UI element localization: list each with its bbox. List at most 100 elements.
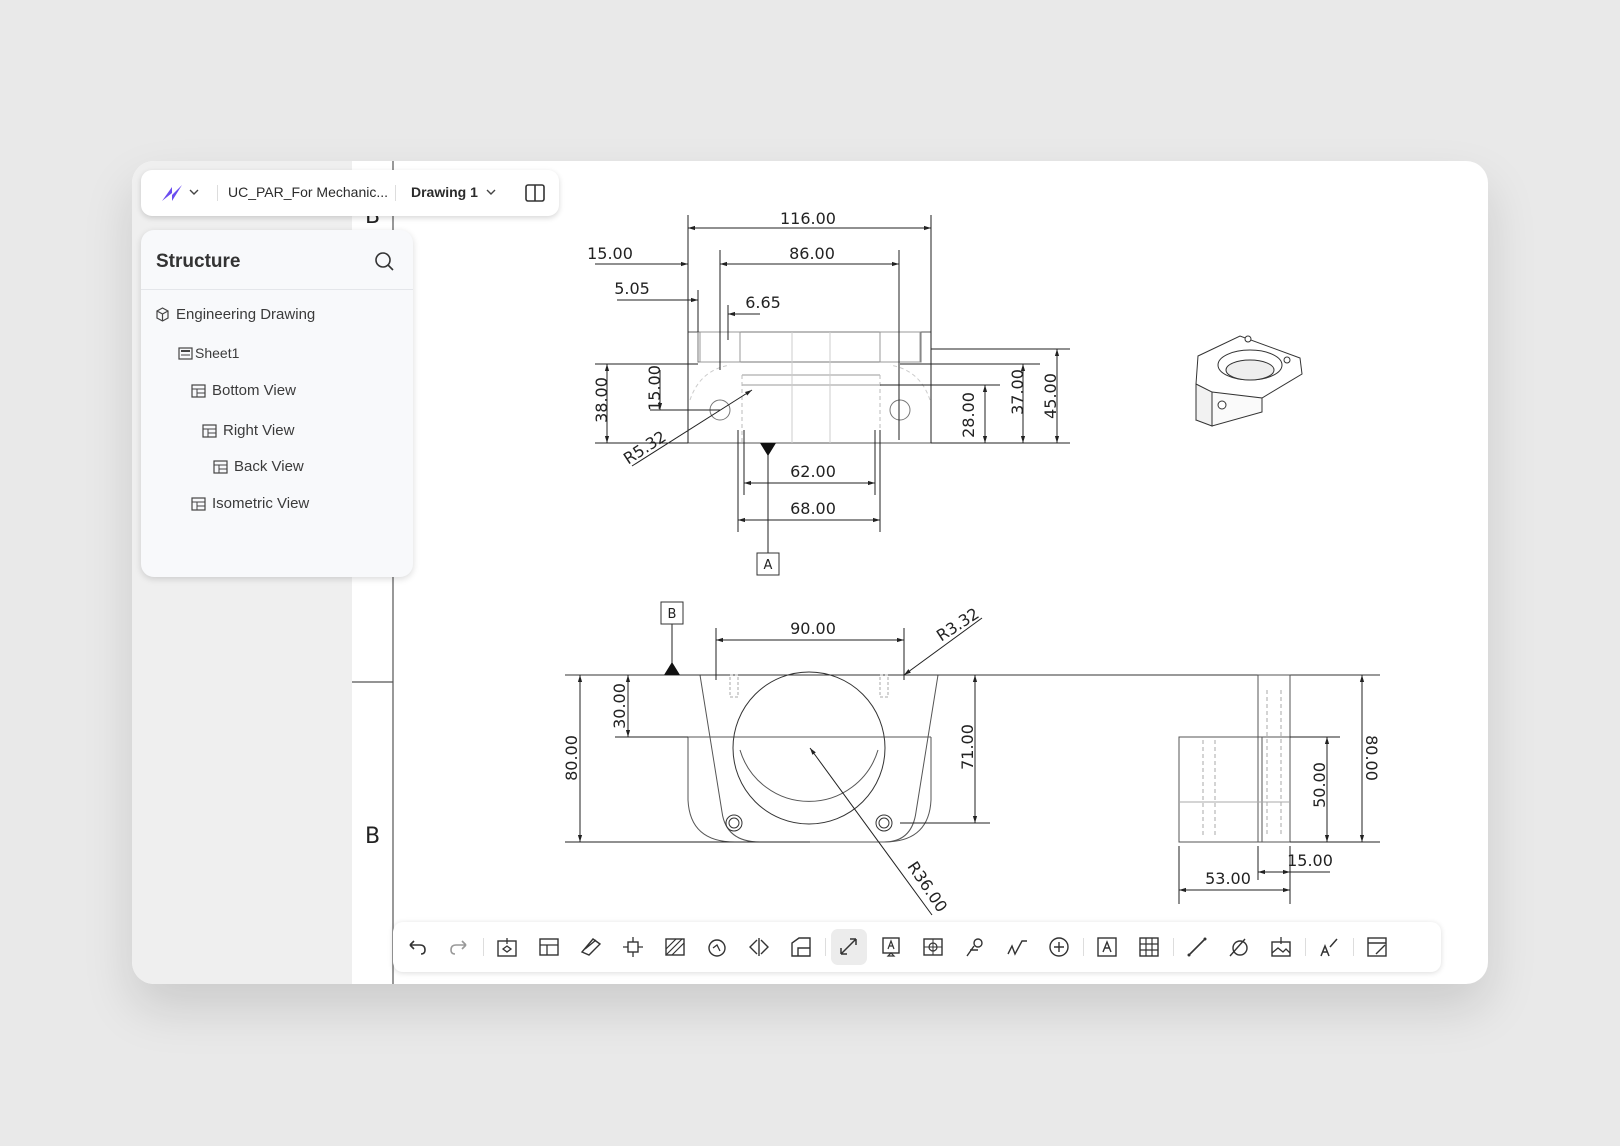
arc-icon <box>1229 938 1248 957</box>
dim-6-65: 6.65 <box>745 293 781 312</box>
datum-button[interactable] <box>1041 929 1077 965</box>
line-icon <box>1187 937 1207 957</box>
hatch-button[interactable] <box>657 929 693 965</box>
dim-15-left: 15.00 <box>645 365 664 411</box>
view-icon <box>191 496 206 511</box>
isometric-view[interactable] <box>1195 335 1303 427</box>
dim-r3-32: R3.32 <box>933 604 983 645</box>
top-view[interactable] <box>687 331 932 444</box>
divider <box>1353 938 1354 956</box>
tree-item-label: Sheet1 <box>195 345 240 361</box>
surface-finish-icon <box>1007 940 1027 956</box>
structure-title: Structure <box>156 251 241 272</box>
dim-86: 86.00 <box>789 244 835 263</box>
datum-b-triangle <box>664 662 680 675</box>
dim-15-top: 15.00 <box>587 244 633 263</box>
center-mark-icon <box>923 938 943 956</box>
dim-71: 71.00 <box>958 724 977 770</box>
note-icon <box>882 937 900 957</box>
weld-symbol-icon <box>966 938 983 957</box>
redo-icon <box>450 940 467 955</box>
sheet-edit-icon <box>1367 937 1387 957</box>
dim-80-front: 80.00 <box>562 735 581 781</box>
note-button[interactable] <box>873 929 909 965</box>
redo-button[interactable] <box>441 929 477 965</box>
arc-button[interactable] <box>1221 929 1257 965</box>
base-view-icon <box>497 938 517 957</box>
divider <box>141 289 413 290</box>
tree-item-bottom-view[interactable]: Bottom View <box>191 382 296 399</box>
divider <box>1173 938 1174 956</box>
view-icon <box>213 459 228 474</box>
dim-5-05: 5.05 <box>614 279 650 298</box>
chevron-down-icon[interactable] <box>486 188 496 196</box>
drawing-selector[interactable]: Drawing 1 <box>411 184 478 200</box>
insert-image-button[interactable] <box>1263 929 1299 965</box>
section-view-button[interactable] <box>573 929 609 965</box>
line-button[interactable] <box>1179 929 1215 965</box>
hatch-icon <box>665 938 685 956</box>
structure-panel: Structure Engineering Drawing Sheet1 Bot… <box>141 230 413 577</box>
undo-button[interactable] <box>399 929 435 965</box>
format-painter-button[interactable] <box>1311 929 1347 965</box>
tree-item-right-view[interactable]: Right View <box>202 422 294 439</box>
divider <box>1305 938 1306 956</box>
dim-30: 30.00 <box>610 683 629 729</box>
tree-item-engineering-drawing[interactable]: Engineering Drawing <box>155 306 315 323</box>
tree-item-isometric-view[interactable]: Isometric View <box>191 495 309 512</box>
undo-icon <box>409 940 426 955</box>
dimension-button[interactable] <box>831 929 867 965</box>
chevron-down-icon[interactable] <box>189 188 199 196</box>
document-header: UC_PAR_For Mechanic... Drawing 1 <box>141 170 559 216</box>
datum-b-label: B <box>668 607 677 622</box>
text-button[interactable] <box>1089 929 1125 965</box>
break-view-button[interactable] <box>699 929 735 965</box>
tree-item-label: Back View <box>234 458 304 475</box>
tree-item-label: Isometric View <box>212 495 310 512</box>
dimension-icon <box>840 938 857 955</box>
divider <box>395 185 396 201</box>
projected-view-icon <box>539 938 559 956</box>
view-icon <box>202 423 217 438</box>
weld-symbol-button[interactable] <box>957 929 993 965</box>
sheet-icon <box>178 346 193 360</box>
crop-view-icon <box>791 937 811 957</box>
datum-icon <box>1049 937 1069 957</box>
panel-toggle-icon[interactable] <box>524 182 546 204</box>
divider <box>825 938 826 956</box>
center-mark-button[interactable] <box>915 929 951 965</box>
surface-finish-button[interactable] <box>999 929 1035 965</box>
dim-15-side: 15.00 <box>1287 851 1333 870</box>
tree-item-label: Right View <box>223 422 295 439</box>
search-icon[interactable] <box>373 250 395 272</box>
dim-45: 45.00 <box>1041 373 1060 419</box>
dim-r5-32: R5.32 <box>620 427 670 468</box>
projected-view-button[interactable] <box>531 929 567 965</box>
dim-68: 68.00 <box>790 499 836 518</box>
divider <box>217 185 218 201</box>
dim-116: 116.00 <box>780 209 836 228</box>
mirror-view-button[interactable] <box>741 929 777 965</box>
dim-50: 50.00 <box>1310 762 1329 808</box>
sheet-edit-button[interactable] <box>1359 929 1395 965</box>
cube-icon <box>156 307 169 322</box>
side-view[interactable] <box>1178 674 1292 843</box>
tree-item-sheet1[interactable]: Sheet1 <box>178 345 239 361</box>
detail-view-button[interactable] <box>615 929 651 965</box>
crop-view-button[interactable] <box>783 929 819 965</box>
file-name[interactable]: UC_PAR_For Mechanic... <box>228 184 388 200</box>
text-icon <box>1097 937 1117 957</box>
tree-item-back-view[interactable]: Back View <box>213 458 304 475</box>
base-view-button[interactable] <box>489 929 525 965</box>
format-painter-icon <box>1320 938 1338 957</box>
table-button[interactable] <box>1131 929 1167 965</box>
datum-a-label: A <box>764 558 773 573</box>
dim-62: 62.00 <box>790 462 836 481</box>
mirror-view-icon <box>749 938 769 956</box>
app-logo-icon[interactable] <box>159 181 185 205</box>
view-icon <box>191 383 206 398</box>
drawing-toolbar <box>393 922 1441 972</box>
break-view-icon <box>708 939 726 957</box>
table-icon <box>1139 937 1159 957</box>
dim-28: 28.00 <box>959 392 978 438</box>
